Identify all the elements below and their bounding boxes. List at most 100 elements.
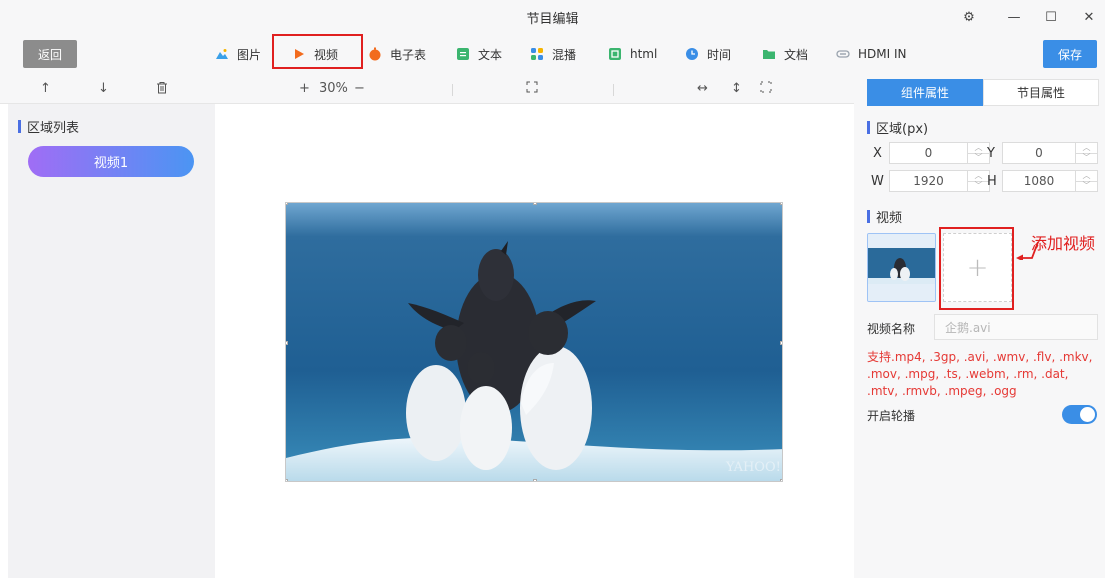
video-thumbnail[interactable] — [867, 233, 936, 302]
video-region-preview[interactable]: YAHOO! — [285, 202, 783, 482]
chevron-up-icon[interactable]: ︿ — [968, 143, 989, 154]
video-section-title: 视频 — [876, 211, 903, 226]
tool-label: 混播 — [552, 47, 577, 62]
tool-label: html — [630, 47, 658, 61]
tool-label: HDMI IN — [858, 47, 907, 61]
resize-handle[interactable] — [286, 479, 288, 481]
chevron-down-icon[interactable]: ﹀ — [968, 154, 989, 164]
back-button[interactable]: 返回 — [23, 40, 77, 68]
hdmi-icon — [836, 47, 850, 61]
chevron-up-icon[interactable]: ︿ — [1076, 171, 1097, 182]
area-heading: 区域(px) — [867, 118, 928, 137]
y-input[interactable]: 0 ︿ ﹀ — [1002, 142, 1098, 164]
canvas-controls: ↑ ↓ + 30% − ↔ ↕ — [0, 76, 854, 104]
image-icon — [215, 47, 229, 61]
move-up-icon[interactable]: ↑ — [40, 81, 51, 96]
time-icon — [685, 47, 699, 61]
penguin-thumbnail-image — [868, 234, 935, 301]
tool-label: 时间 — [707, 47, 732, 62]
y-label: Y — [987, 146, 995, 161]
chevron-down-icon[interactable]: ﹀ — [1076, 182, 1097, 192]
area-title: 区域(px) — [876, 122, 929, 137]
tool-label: 电子表 — [390, 47, 427, 62]
region-list-title: 区域列表 — [27, 121, 80, 136]
zoom-level: 30% — [319, 81, 348, 96]
video-name-field[interactable]: 企鹅.avi — [934, 314, 1098, 340]
video-heading: 视频 — [867, 207, 902, 226]
clock-stopwatch-icon — [368, 47, 382, 61]
tool-time[interactable]: 时间 — [685, 43, 731, 65]
resize-handle[interactable] — [780, 479, 782, 481]
tool-label: 图片 — [237, 47, 262, 62]
chevron-down-icon[interactable]: ﹀ — [968, 182, 989, 192]
delete-icon[interactable] — [156, 81, 168, 98]
resize-handle[interactable] — [780, 203, 782, 205]
save-button[interactable]: 保存 — [1043, 40, 1097, 68]
heading-accent-bar — [18, 120, 21, 133]
annotation-add-video: 添加视频 — [1031, 234, 1096, 253]
x-label: X — [873, 146, 882, 161]
tool-hdmi[interactable]: HDMI IN — [836, 43, 907, 65]
text-icon — [456, 47, 470, 61]
tool-document[interactable]: 文档 — [762, 43, 808, 65]
properties-panel: 组件属性 节目属性 区域(px) X 0 ︿ ﹀ Y 0 ︿ ﹀ W 1920 ︿ ﹀… — [854, 76, 1105, 578]
mixed-play-icon — [530, 47, 544, 61]
resize-handle[interactable] — [533, 479, 537, 481]
tool-text[interactable]: 文本 — [456, 43, 502, 65]
region-item-video1[interactable]: 视频1 — [28, 146, 194, 177]
move-down-icon[interactable]: ↓ — [98, 81, 109, 96]
zoom-in-icon[interactable]: + — [299, 81, 310, 96]
tool-mixed[interactable]: 混播 — [530, 43, 576, 65]
x-stepper[interactable]: ︿ ﹀ — [967, 143, 989, 163]
svg-text:YAHOO!: YAHOO! — [725, 460, 781, 475]
fit-width-icon[interactable]: ↔ — [697, 81, 708, 96]
loop-label: 开启轮播 — [867, 409, 916, 423]
tab-program-properties[interactable]: 节目属性 — [983, 79, 1099, 106]
w-label: W — [871, 174, 884, 189]
x-input[interactable]: 0 ︿ ﹀ — [889, 142, 990, 164]
w-stepper[interactable]: ︿ ﹀ — [967, 171, 989, 191]
window-title: 节目编辑 — [526, 12, 579, 27]
penguin-video-frame: YAHOO! — [286, 203, 782, 481]
fit-screen-icon[interactable] — [526, 81, 538, 97]
settings-icon[interactable]: ⚙ — [958, 6, 980, 28]
region-list-heading: 区域列表 — [18, 117, 79, 136]
tool-clock[interactable]: 电子表 — [368, 43, 426, 65]
maximize-icon[interactable]: ☐ — [1040, 6, 1062, 28]
video-name-label: 视频名称 — [867, 322, 916, 336]
zoom-out-icon[interactable]: − — [354, 81, 365, 96]
document-icon — [762, 47, 776, 61]
resize-handle[interactable] — [533, 203, 537, 205]
supported-formats-text: 支持.mp4, .3gp, .avi, .wmv, .flv, .mkv, .m… — [867, 350, 1093, 398]
divider — [613, 84, 614, 96]
heading-accent-bar — [867, 121, 870, 134]
tool-image[interactable]: 图片 — [215, 43, 261, 65]
h-value: 1080 — [1023, 174, 1055, 188]
loop-toggle[interactable] — [1062, 405, 1097, 424]
w-input[interactable]: 1920 ︿ ﹀ — [889, 170, 990, 192]
html-icon — [608, 47, 622, 61]
close-icon[interactable]: ✕ — [1078, 6, 1100, 28]
region-list-panel: 区域列表 视频1 — [8, 104, 215, 578]
tab-component-properties[interactable]: 组件属性 — [867, 79, 983, 106]
resize-handle[interactable] — [780, 341, 782, 345]
w-value: 1920 — [913, 174, 944, 188]
chevron-up-icon[interactable]: ︿ — [1076, 143, 1097, 154]
fullscreen-icon[interactable] — [760, 81, 772, 97]
chevron-down-icon[interactable]: ﹀ — [1076, 154, 1097, 164]
add-video-highlight — [939, 227, 1014, 310]
h-input[interactable]: 1080 ︿ ﹀ — [1002, 170, 1098, 192]
chevron-up-icon[interactable]: ︿ — [968, 171, 989, 182]
y-stepper[interactable]: ︿ ﹀ — [1075, 143, 1097, 163]
tool-html[interactable]: html — [608, 43, 657, 65]
x-value: 0 — [924, 146, 933, 160]
toolbar: 返回 图片 视频 电子表 文本 混播 html 时间 文档 HDMI IN 保存 — [0, 34, 1105, 76]
y-value: 0 — [1035, 146, 1043, 160]
heading-accent-bar — [867, 210, 870, 223]
resize-handle[interactable] — [286, 341, 288, 345]
minimize-icon[interactable]: — — [1003, 6, 1025, 28]
fit-height-icon[interactable]: ↕ — [731, 81, 742, 96]
h-stepper[interactable]: ︿ ﹀ — [1075, 171, 1097, 191]
video-tool-highlight — [272, 34, 363, 69]
resize-handle[interactable] — [286, 203, 288, 205]
